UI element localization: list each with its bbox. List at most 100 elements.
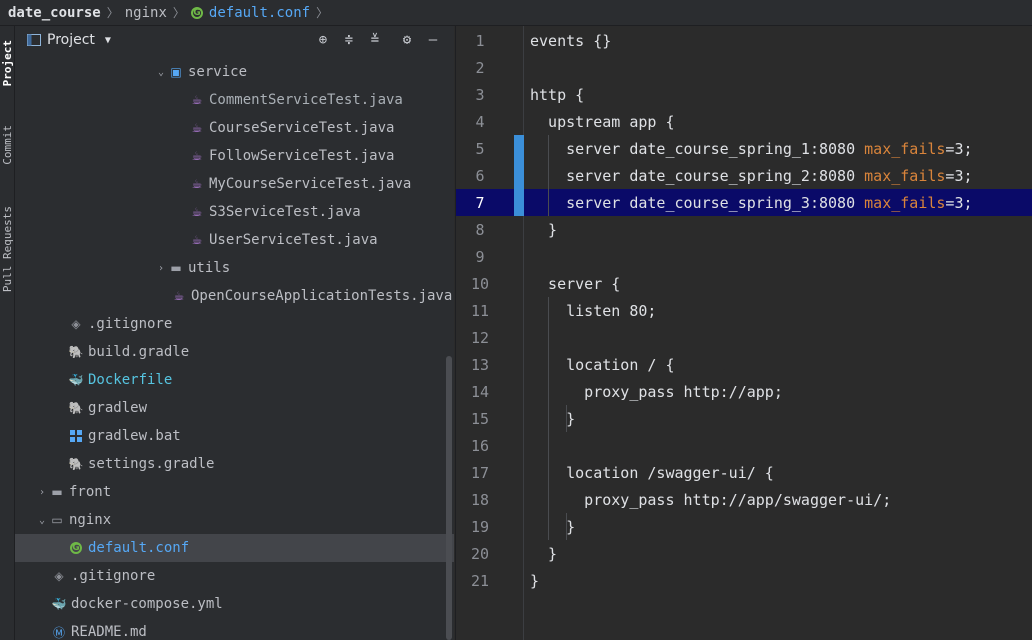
minimize-icon[interactable]: — bbox=[423, 30, 443, 50]
chevron-down-icon[interactable]: ⌄ bbox=[154, 67, 168, 78]
code-token-attr: max_fails bbox=[864, 166, 946, 185]
code-text: proxy_pass http://app; bbox=[530, 382, 783, 401]
docker-icon: 🐳 bbox=[51, 597, 67, 611]
tool-tab-project[interactable]: Project bbox=[0, 28, 14, 98]
tree-item-label: README.md bbox=[71, 624, 147, 640]
code-text: server { bbox=[530, 274, 621, 293]
code-line[interactable]: 9 bbox=[456, 243, 1032, 270]
tree-item-label: gradlew.bat bbox=[88, 428, 181, 444]
tree-item-course-service-test[interactable]: ☕ CourseServiceTest.java bbox=[15, 114, 454, 142]
code-line[interactable]: 20 } bbox=[456, 540, 1032, 567]
tree-item-gradlew-bat[interactable]: gradlew.bat bbox=[15, 422, 454, 450]
tool-tab-pull-requests[interactable]: Pull Requests bbox=[0, 186, 14, 312]
code-text: upstream app { bbox=[530, 112, 675, 131]
tree-item-service[interactable]: ⌄ ▣ service bbox=[15, 58, 454, 86]
vcs-change-marker[interactable] bbox=[514, 162, 524, 189]
tree-item-mycourse-service-test[interactable]: ☕ MyCourseServiceTest.java bbox=[15, 170, 454, 198]
tree-item-build-gradle[interactable]: 🐘 build.gradle bbox=[15, 338, 454, 366]
tree-item-gitignore[interactable]: ◈ .gitignore bbox=[15, 310, 454, 338]
project-scrollbar[interactable] bbox=[446, 356, 452, 640]
vcs-change-marker[interactable] bbox=[514, 135, 524, 162]
line-number: 2 bbox=[475, 58, 485, 77]
code-line[interactable]: 1 events {} bbox=[456, 27, 1032, 54]
code-line[interactable]: 21 } bbox=[456, 567, 1032, 594]
vcs-change-marker[interactable] bbox=[514, 189, 524, 216]
code-token: server date_course_spring_3:8080 bbox=[530, 193, 865, 212]
breadcrumb-root[interactable]: date_course bbox=[8, 5, 101, 21]
code-line[interactable]: 6 server date_course_spring_2:8080 max_f… bbox=[456, 162, 1032, 189]
tree-item-gradlew[interactable]: 🐘 gradlew bbox=[15, 394, 454, 422]
tree-item-label: gradlew bbox=[88, 400, 148, 416]
tree-item-utils[interactable]: › ▬ utils bbox=[15, 254, 454, 282]
breadcrumb-separator: 〉 bbox=[172, 6, 185, 20]
chevron-down-icon[interactable]: ⌄ bbox=[35, 515, 49, 526]
code-text: } bbox=[530, 409, 576, 428]
code-line[interactable]: 4 upstream app { bbox=[456, 108, 1032, 135]
indent-guide bbox=[566, 513, 567, 540]
tree-item-dockerfile[interactable]: 🐳 Dockerfile bbox=[15, 366, 454, 394]
tree-item-label: .gitignore bbox=[71, 568, 156, 584]
gradle-icon: 🐘 bbox=[68, 401, 84, 415]
tree-item-nginx[interactable]: ⌄ ▭ nginx bbox=[15, 506, 454, 534]
code-line[interactable]: 5 server date_course_spring_1:8080 max_f… bbox=[456, 135, 1032, 162]
code-line-current[interactable]: 7 server date_course_spring_3:8080 max_f… bbox=[456, 189, 1032, 216]
gear-icon[interactable]: ⚙ bbox=[397, 30, 417, 50]
tree-item-label: FollowServiceTest.java bbox=[209, 148, 395, 164]
indent-guide bbox=[548, 297, 549, 540]
code-text: location / { bbox=[530, 355, 675, 374]
expand-all-icon[interactable]: ≑ bbox=[339, 30, 359, 50]
tree-item-open-course-application-tests[interactable]: ☕ OpenCourseApplicationTests.java bbox=[15, 282, 454, 310]
collapse-all-icon[interactable]: ≚ bbox=[365, 30, 385, 50]
locate-icon[interactable]: ⊕ bbox=[313, 30, 333, 50]
code-line[interactable]: 14 proxy_pass http://app; bbox=[456, 378, 1032, 405]
tree-item-label: nginx bbox=[69, 512, 112, 528]
line-number: 20 bbox=[470, 544, 490, 563]
java-class-icon: ☕ bbox=[191, 121, 203, 135]
tool-tab-commit[interactable]: Commit bbox=[0, 112, 14, 178]
code-text: server date_course_spring_3:8080 max_fai… bbox=[530, 193, 972, 212]
tree-item-follow-service-test[interactable]: ☕ FollowServiceTest.java bbox=[15, 142, 454, 170]
chevron-right-icon[interactable]: › bbox=[35, 487, 49, 498]
chevron-down-icon[interactable]: ▼ bbox=[105, 35, 111, 46]
code-line[interactable]: 16 bbox=[456, 432, 1032, 459]
code-text: location /swagger-ui/ { bbox=[530, 463, 774, 482]
tree-item-default-conf[interactable]: G default.conf bbox=[15, 534, 454, 562]
tree-item-s3-service-test[interactable]: ☕ S3ServiceTest.java bbox=[15, 198, 454, 226]
line-number: 18 bbox=[470, 490, 490, 509]
conf-icon: G bbox=[68, 540, 84, 556]
code-line[interactable]: 11 listen 80; bbox=[456, 297, 1032, 324]
code-editor[interactable]: 1 events {} 2 3 http { 4 upstream app { … bbox=[455, 26, 1032, 640]
code-line[interactable]: 15 } bbox=[456, 405, 1032, 432]
tool-window-strip: Project Commit Pull Requests bbox=[0, 26, 15, 640]
code-line[interactable]: 2 bbox=[456, 54, 1032, 81]
code-line[interactable]: 19 } bbox=[456, 513, 1032, 540]
code-line[interactable]: 8 } bbox=[456, 216, 1032, 243]
breadcrumb-separator: 〉 bbox=[106, 6, 119, 20]
code-text: http { bbox=[530, 85, 585, 104]
tree-item-readme[interactable]: Ⓜ README.md bbox=[15, 618, 454, 640]
line-number: 15 bbox=[470, 409, 490, 428]
code-line[interactable]: 18 proxy_pass http://app/swagger-ui/; bbox=[456, 486, 1032, 513]
conf-file-icon: G bbox=[190, 6, 203, 19]
tree-item-front[interactable]: › ▬ front bbox=[15, 478, 454, 506]
code-line[interactable]: 12 bbox=[456, 324, 1032, 351]
line-number: 10 bbox=[470, 274, 490, 293]
tree-item-docker-compose[interactable]: 🐳 docker-compose.yml bbox=[15, 590, 454, 618]
code-line[interactable]: 17 location /swagger-ui/ { bbox=[456, 459, 1032, 486]
tree-item-label: build.gradle bbox=[88, 344, 190, 360]
code-line[interactable]: 10 server { bbox=[456, 270, 1032, 297]
breadcrumb-folder[interactable]: nginx bbox=[125, 5, 167, 21]
tree-item-label: CourseServiceTest.java bbox=[209, 120, 395, 136]
code-line[interactable]: 3 http { bbox=[456, 81, 1032, 108]
tree-item-root-gitignore[interactable]: ◈ .gitignore bbox=[15, 562, 454, 590]
line-number: 6 bbox=[475, 166, 485, 185]
line-number: 14 bbox=[470, 382, 490, 401]
chevron-right-icon[interactable]: › bbox=[154, 263, 168, 274]
code-line[interactable]: 13 location / { bbox=[456, 351, 1032, 378]
project-panel-title[interactable]: Project bbox=[47, 32, 95, 48]
code-text: proxy_pass http://app/swagger-ui/; bbox=[530, 490, 892, 509]
tree-item-comment-service-test[interactable]: ☕ CommentServiceTest.java bbox=[15, 86, 454, 114]
breadcrumb-file[interactable]: default.conf bbox=[209, 5, 310, 21]
tree-item-settings-gradle[interactable]: 🐘 settings.gradle bbox=[15, 450, 454, 478]
tree-item-user-service-test[interactable]: ☕ UserServiceTest.java bbox=[15, 226, 454, 254]
